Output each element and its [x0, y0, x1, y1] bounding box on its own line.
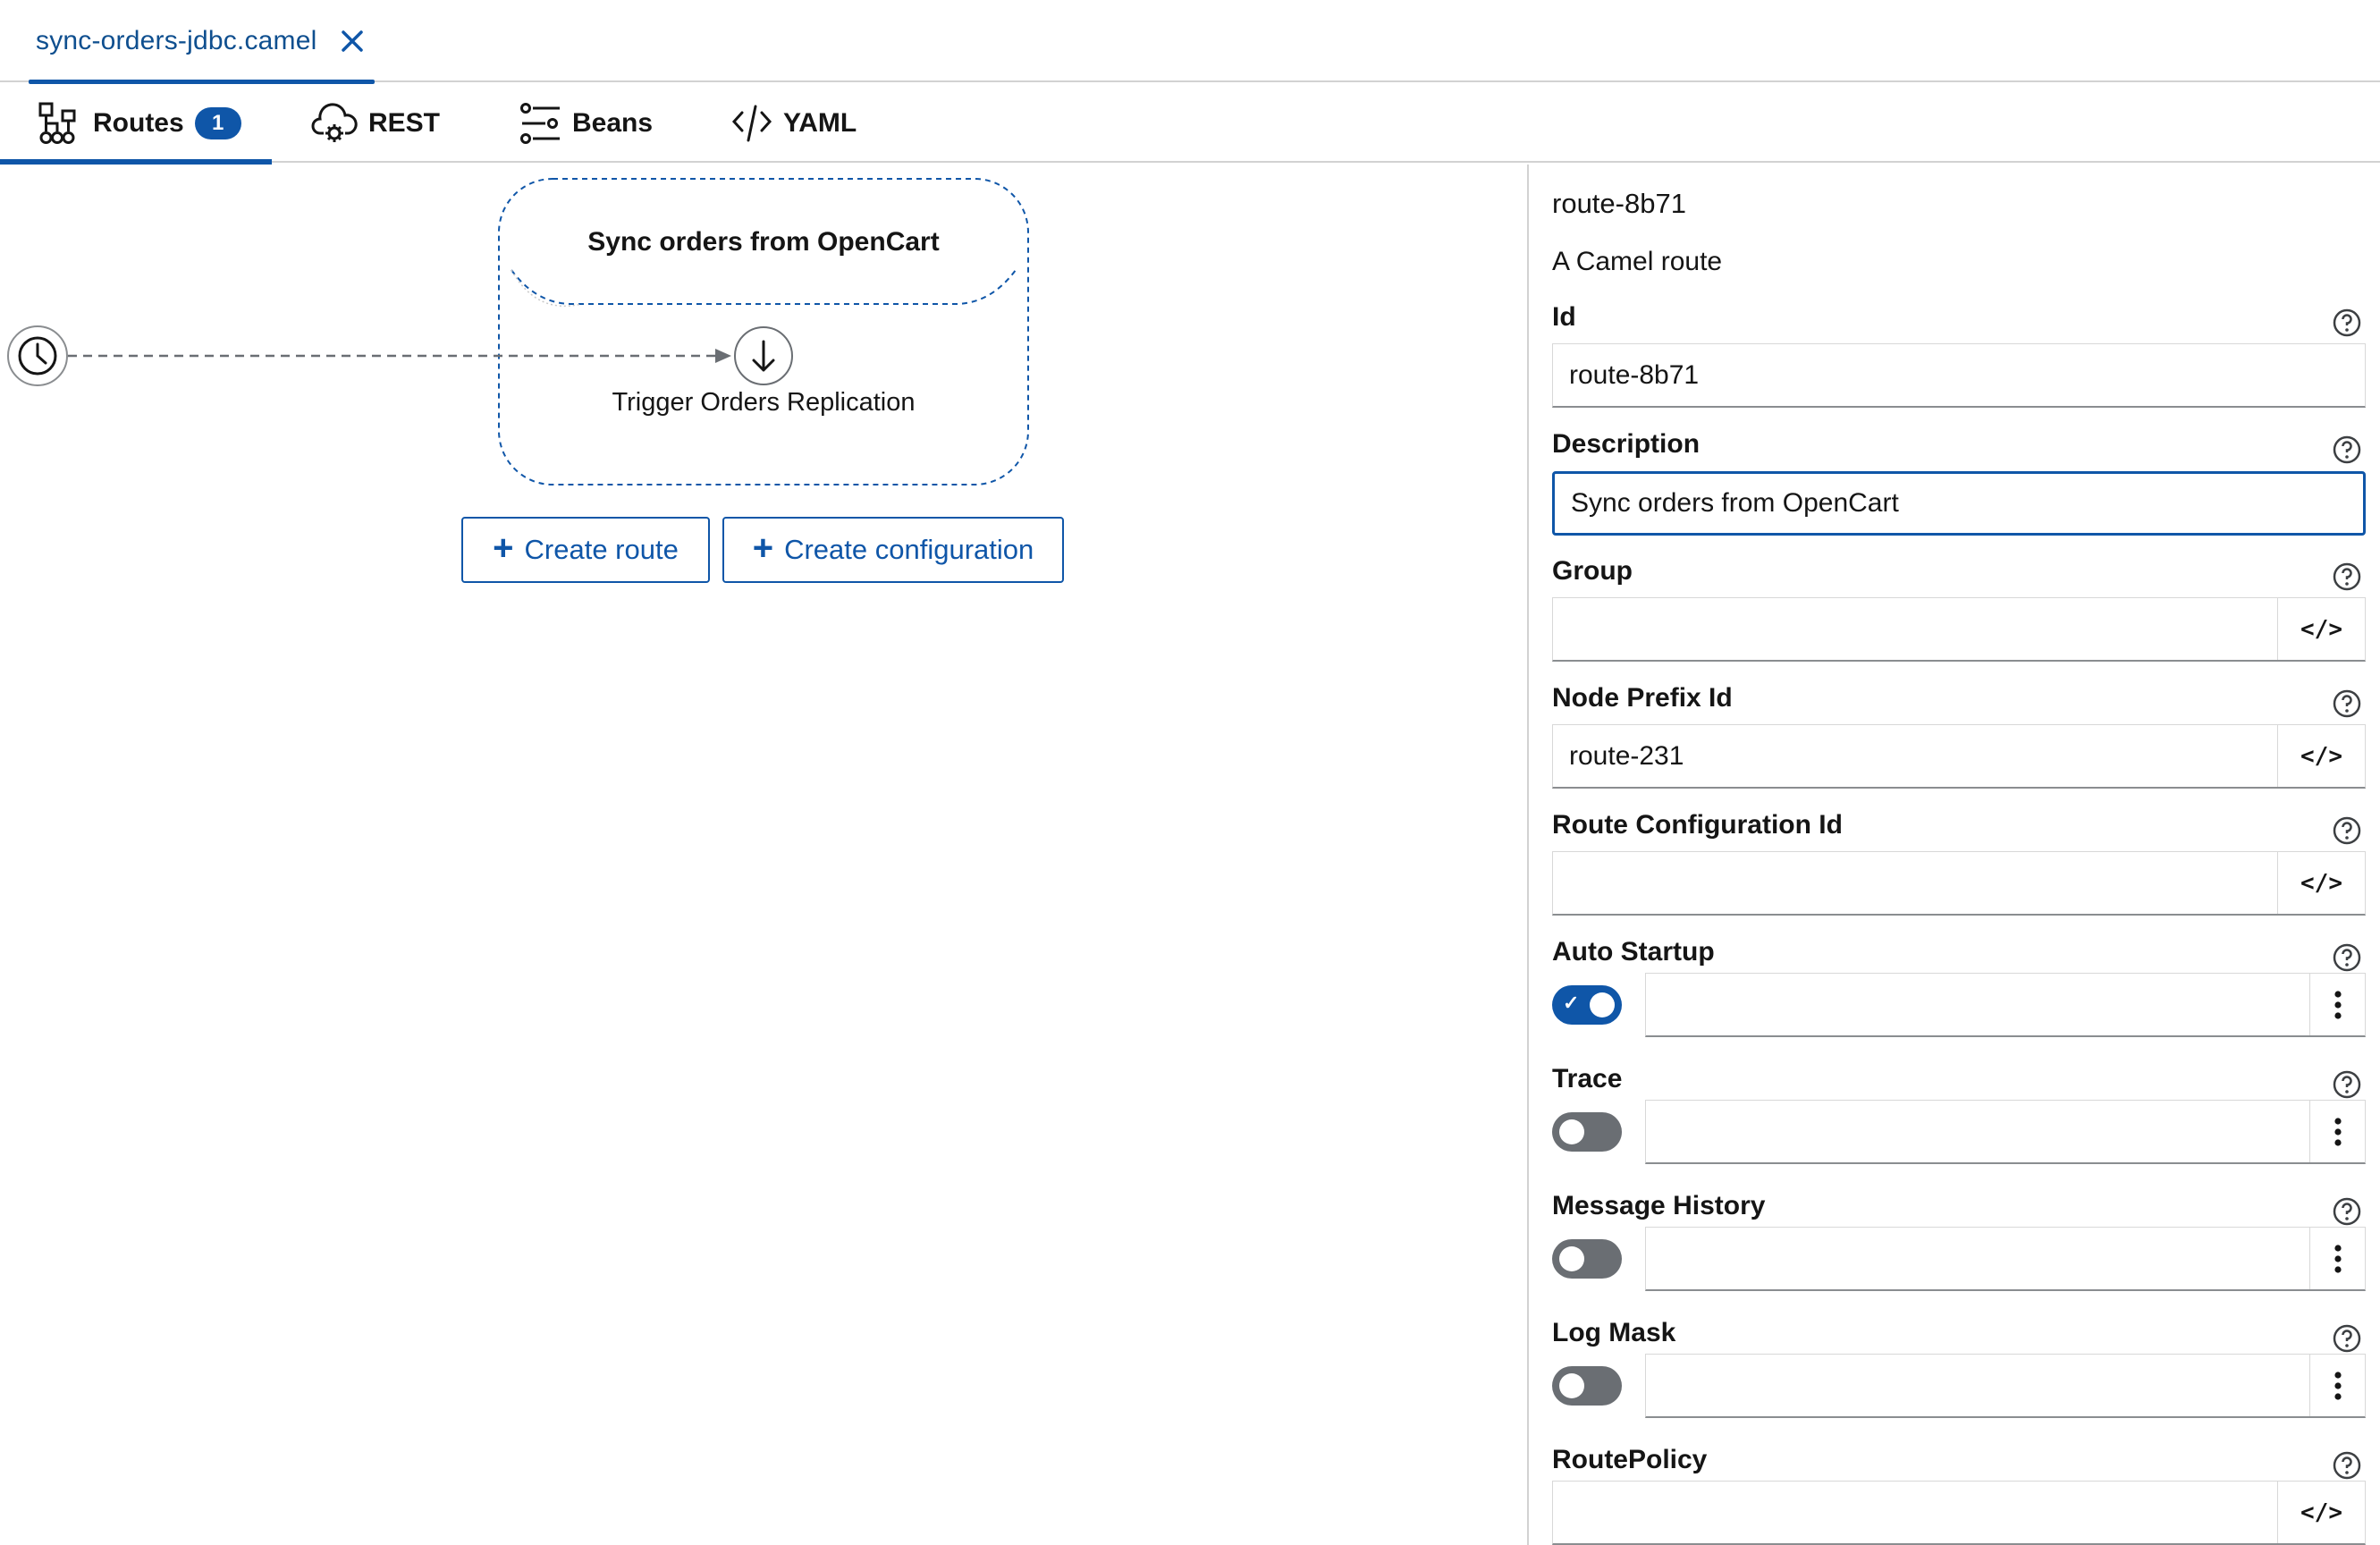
- timer-node[interactable]: [7, 325, 68, 386]
- properties-panel: route-8b71 A Camel route Id Description …: [1527, 165, 2380, 1545]
- panel-description: A Camel route: [1552, 247, 1723, 276]
- tab-yaml[interactable]: YAML: [731, 84, 857, 163]
- tab-beans-label: Beans: [572, 108, 654, 138]
- message-history-expression-field[interactable]: [1645, 1227, 2366, 1291]
- trace-label: Trace: [1552, 1064, 1623, 1093]
- help-icon[interactable]: [2332, 308, 2362, 338]
- code-icon: [731, 104, 772, 143]
- id-label: Id: [1552, 302, 1576, 332]
- toggle-knob: [1559, 1119, 1584, 1144]
- check-icon: ✓: [1563, 992, 1580, 1014]
- routes-count-badge: 1: [194, 107, 241, 139]
- expression-code-button[interactable]: </>: [2277, 725, 2365, 787]
- toggle-knob: [1559, 1373, 1584, 1398]
- auto-startup-toggle[interactable]: ✓: [1552, 985, 1622, 1025]
- view-tab-bar: Routes 1 REST Beans YAML: [0, 84, 2380, 165]
- description-input[interactable]: [1552, 471, 2366, 536]
- close-icon[interactable]: [337, 26, 367, 56]
- tab-routes[interactable]: Routes 1: [0, 84, 272, 165]
- trace-expression-field[interactable]: [1645, 1100, 2366, 1164]
- expression-code-button[interactable]: </>: [2277, 598, 2365, 660]
- auto-startup-expression-input[interactable]: [1646, 974, 2309, 1035]
- expression-code-button[interactable]: </>: [2277, 852, 2365, 914]
- trace-expression-input[interactable]: [1646, 1101, 2309, 1162]
- help-icon[interactable]: [2332, 1323, 2362, 1354]
- node-prefix-id-label: Node Prefix Id: [1552, 683, 1733, 713]
- help-icon[interactable]: [2332, 1069, 2362, 1100]
- create-configuration-button[interactable]: + Create configuration: [722, 517, 1064, 583]
- group-input[interactable]: [1553, 598, 2277, 660]
- file-tab-name[interactable]: sync-orders-jdbc.camel: [36, 26, 317, 56]
- create-route-button[interactable]: + Create route: [461, 517, 710, 583]
- route-canvas[interactable]: Sync orders from OpenCart Trigger Orders…: [0, 165, 1527, 1545]
- log-mask-label: Log Mask: [1552, 1318, 1676, 1347]
- route-policy-label: RoutePolicy: [1552, 1445, 1708, 1474]
- route-configuration-id-input[interactable]: [1553, 852, 2277, 914]
- help-icon[interactable]: [2332, 942, 2362, 973]
- create-configuration-label: Create configuration: [784, 534, 1034, 565]
- topology-icon: [38, 101, 82, 146]
- kebab-menu-icon[interactable]: [2309, 1355, 2365, 1416]
- route-policy-field[interactable]: </>: [1552, 1481, 2366, 1545]
- description-label: Description: [1552, 429, 1701, 459]
- help-icon[interactable]: [2332, 561, 2362, 592]
- trace-toggle[interactable]: [1552, 1112, 1622, 1152]
- id-input[interactable]: [1552, 343, 2366, 408]
- file-tab-bar: sync-orders-jdbc.camel: [0, 0, 2380, 84]
- log-mask-expression-input[interactable]: [1646, 1355, 2309, 1416]
- help-icon[interactable]: [2332, 815, 2362, 846]
- step-node[interactable]: [734, 326, 793, 385]
- help-icon[interactable]: [2332, 1450, 2362, 1481]
- route-title[interactable]: Sync orders from OpenCart: [497, 227, 1030, 258]
- route-configuration-id-field[interactable]: </>: [1552, 851, 2366, 916]
- group-label: Group: [1552, 556, 1633, 586]
- tab-beans[interactable]: Beans: [520, 84, 653, 163]
- route-policy-input[interactable]: [1553, 1482, 2277, 1543]
- expression-code-button[interactable]: </>: [2277, 1482, 2365, 1543]
- tab-routes-label: Routes: [93, 108, 184, 138]
- sliders-icon: [520, 103, 561, 144]
- kebab-menu-icon[interactable]: [2309, 974, 2365, 1035]
- kebab-menu-icon[interactable]: [2309, 1228, 2365, 1289]
- node-prefix-id-input[interactable]: route-231: [1553, 725, 2277, 787]
- log-mask-toggle[interactable]: [1552, 1366, 1622, 1406]
- tab-rest-label: REST: [368, 108, 441, 138]
- step-label[interactable]: Trigger Orders Replication: [497, 388, 1030, 418]
- create-route-label: Create route: [524, 534, 679, 565]
- route-diagram: [7, 178, 1029, 485]
- plus-icon: +: [493, 528, 514, 568]
- tab-rest[interactable]: REST: [311, 84, 440, 163]
- message-history-label: Message History: [1552, 1191, 1766, 1220]
- help-icon[interactable]: [2332, 1196, 2362, 1227]
- node-prefix-id-field[interactable]: route-231 </>: [1552, 724, 2366, 789]
- panel-title: route-8b71: [1552, 188, 1686, 219]
- group-field[interactable]: </>: [1552, 597, 2366, 662]
- tab-yaml-label: YAML: [783, 108, 857, 138]
- kebab-menu-icon[interactable]: [2309, 1101, 2365, 1162]
- help-icon[interactable]: [2332, 435, 2362, 465]
- file-tab[interactable]: sync-orders-jdbc.camel: [29, 0, 375, 84]
- toggle-knob: [1559, 1246, 1584, 1271]
- auto-startup-label: Auto Startup: [1552, 937, 1715, 967]
- toggle-knob: [1590, 992, 1615, 1017]
- cloud-gear-icon: [311, 101, 358, 146]
- plus-icon: +: [752, 528, 774, 568]
- auto-startup-expression-field[interactable]: [1645, 973, 2366, 1037]
- message-history-expression-input[interactable]: [1646, 1228, 2309, 1289]
- help-icon[interactable]: [2332, 688, 2362, 719]
- message-history-toggle[interactable]: [1552, 1239, 1622, 1279]
- route-configuration-id-label: Route Configuration Id: [1552, 810, 1843, 840]
- log-mask-expression-field[interactable]: [1645, 1354, 2366, 1418]
